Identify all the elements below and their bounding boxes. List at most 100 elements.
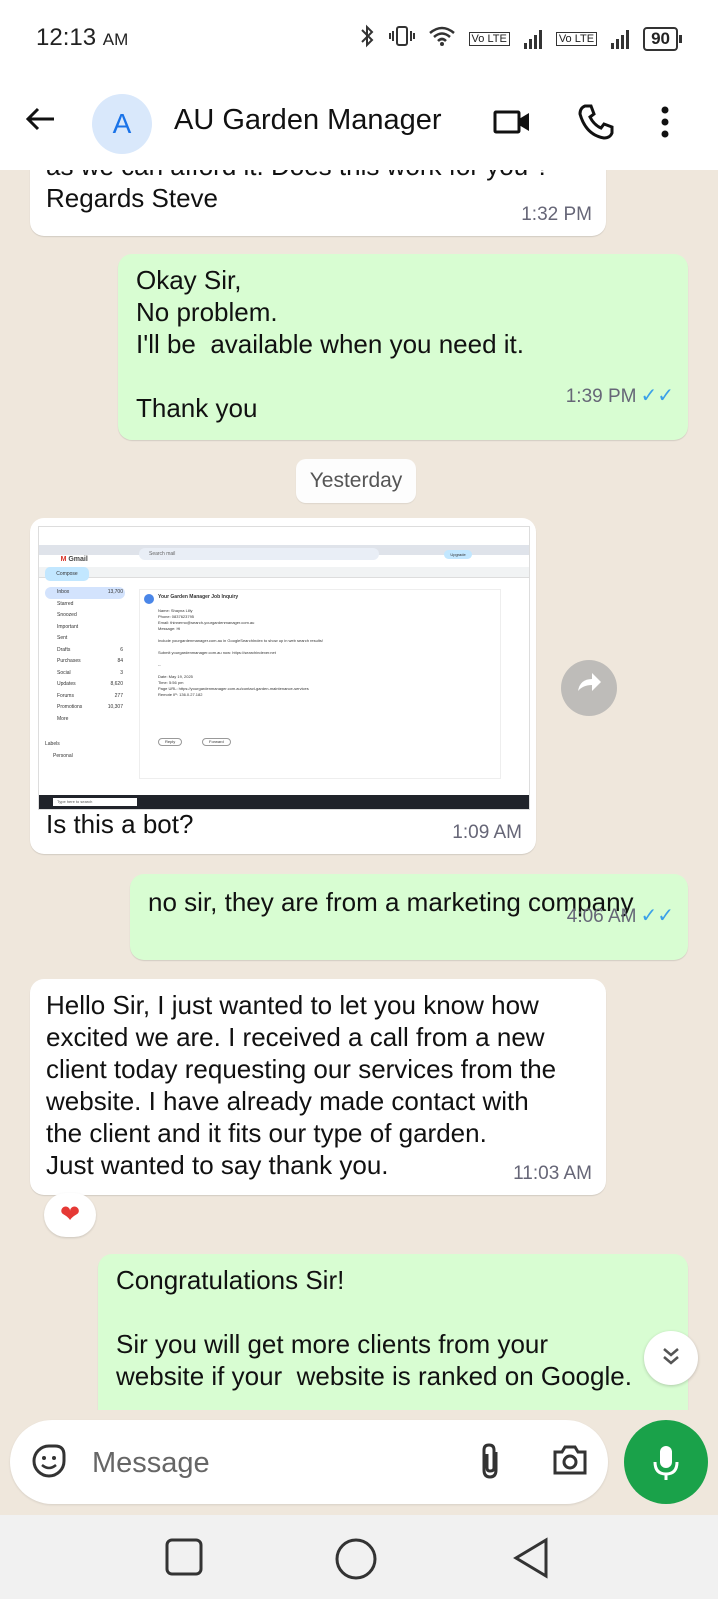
video-call-icon[interactable] (492, 102, 532, 147)
email-subject: Your Garden Manager Job Inquiry (158, 594, 239, 600)
gmail-folder-name: Sent (57, 635, 68, 641)
voice-message-button[interactable] (624, 1420, 708, 1504)
home-circle-icon[interactable] (334, 1537, 378, 1586)
system-nav-bar (0, 1515, 718, 1599)
gmail-folder-item: More (45, 714, 125, 726)
gmail-folder-name: Important (57, 623, 79, 630)
browser-addressbar (39, 567, 529, 578)
read-receipt-icon: ✓✓ (640, 385, 674, 407)
gmail-folder-count: 8,620 (110, 681, 123, 687)
message-bubble-incoming[interactable]: as we can afford it. Does this work for … (30, 170, 606, 236)
gmail-folder-count: 6 (120, 646, 123, 653)
vibrate-icon (388, 25, 415, 53)
gmail-folder-item: Forums 277 (45, 691, 125, 703)
gmail-folder-count: 277 (114, 692, 123, 699)
camera-icon[interactable] (552, 1442, 588, 1483)
battery-indicator: 90 (643, 27, 682, 51)
back-triangle-icon[interactable] (512, 1537, 550, 1584)
gmail-upgrade-button: Upgrade (444, 550, 472, 559)
gmail-folder-item: Updates 8,620 (45, 679, 125, 691)
gmail-compose-button: Compose (45, 567, 89, 581)
attach-icon[interactable] (476, 1442, 506, 1487)
status-bar: 12:13 AM Vo LTE Vo LTE 90 (0, 0, 718, 78)
scroll-down-icon[interactable] (644, 1331, 698, 1385)
message-text: Hello Sir, I just wanted to let you know… (46, 990, 557, 1180)
gmail-search-bar: Search mail (139, 548, 379, 560)
chat-area[interactable]: as we can afford it. Does this work for … (0, 170, 718, 1410)
bluetooth-icon (359, 24, 375, 54)
gmail-folder-name: Starred (57, 600, 74, 607)
message-bubble-image[interactable]: M Gmail Search mail Upgrade Compose Inbo… (30, 518, 536, 854)
signal-icon-2 (611, 29, 630, 49)
taskbar-search: Type here to search (53, 798, 137, 806)
message-composer (10, 1420, 608, 1504)
message-text: Congratulations Sir! Sir you will get mo… (116, 1265, 632, 1391)
message-bubble-outgoing[interactable]: Okay Sir, No problem. I'll be available … (118, 254, 688, 440)
status-time: 12:13 AM (36, 24, 128, 52)
forward-icon[interactable] (561, 660, 617, 716)
message-time: 1:32 PM (521, 204, 592, 225)
gmail-folder-name: Updates (57, 681, 76, 687)
date-separator: Yesterday (296, 459, 416, 503)
email-body: Name: Shayna Lilly Phone: 0837623795 Email… (158, 608, 488, 698)
message-input[interactable] (90, 1438, 454, 1488)
gmail-folder-item: Drafts 6 (45, 645, 125, 657)
gmail-labels-heading: Labels (45, 741, 60, 747)
gmail-folder-name: Drafts (57, 646, 71, 653)
email-reply-button: Reply (158, 738, 183, 746)
message-time-group: 4:06 AM ✓✓ (535, 883, 674, 950)
message-time: 4:06 AM (566, 906, 637, 927)
message-time: 1:09 AM (452, 822, 522, 843)
gmail-app-name: Gmail (68, 556, 88, 563)
gmail-folder-name: Promotions (57, 704, 83, 710)
chat-header: A AU Garden Manager (0, 78, 718, 170)
voice-call-icon[interactable] (576, 102, 616, 147)
signal-icon-1 (523, 29, 542, 49)
gmail-folder-count: 3 (120, 669, 123, 676)
gmail-folder-name: Purchases (57, 658, 81, 664)
email-forward-button: Forward (202, 738, 231, 746)
gmail-folder-count: 10,307 (107, 704, 123, 710)
gmail-folder-list: Inbox 13,700 Starred Snoozed Important Sent Dr… (45, 587, 125, 725)
wifi-icon (428, 25, 455, 53)
avatar[interactable]: A (92, 94, 152, 154)
gmail-folder-name: Inbox (57, 589, 70, 595)
windows-taskbar: Type here to search (39, 795, 529, 809)
gmail-folder-item: Sent (45, 633, 125, 645)
message-bubble-incoming[interactable]: Hello Sir, I just wanted to let you know… (30, 979, 606, 1195)
message-bubble-outgoing[interactable]: no sir, they are from a marketing compan… (130, 874, 688, 960)
message-text: Okay Sir, No problem. I'll be available … (136, 265, 524, 423)
gmail-folder-item: Inbox 13,700 (45, 587, 125, 599)
heart-reaction-icon[interactable]: ❤ (44, 1193, 96, 1237)
lte-badge-1: Vo LTE (468, 32, 510, 46)
sender-avatar-icon (144, 594, 154, 604)
gmail-folder-item: Purchases 84 (45, 656, 125, 668)
message-bubble-outgoing[interactable]: Congratulations Sir! Sir you will get mo… (98, 1254, 688, 1410)
gmail-folder-item: Snoozed (45, 610, 125, 622)
gmail-email-pane: Your Garden Manager Job Inquiry Name: Sh… (139, 589, 501, 779)
message-time: 11:03 AM (513, 1163, 592, 1184)
chat-title[interactable]: AU Garden Manager (174, 104, 442, 137)
more-options-icon[interactable] (650, 102, 680, 147)
gmail-folder-item: Starred (45, 599, 125, 611)
message-text: as we can afford it. Does this work for … (46, 170, 550, 213)
image-attachment[interactable]: M Gmail Search mail Upgrade Compose Inbo… (38, 526, 530, 810)
gmail-folder-name: Snoozed (57, 612, 77, 618)
message-time: 1:39 PM (565, 386, 637, 407)
read-receipt-icon: ✓✓ (640, 905, 674, 927)
gmail-folder-name: More (57, 715, 69, 722)
message-text: Is this a bot? (46, 809, 194, 839)
gmail-folder-item: Social 3 (45, 668, 125, 680)
emoji-sticker-icon[interactable] (32, 1444, 66, 1483)
message-time-group: 1:39 PM ✓✓ (534, 363, 674, 430)
gmail-folder-count: 13,700 (107, 589, 123, 595)
gmail-folder-item: Important (45, 622, 125, 634)
status-icons: Vo LTE Vo LTE 90 (359, 24, 682, 54)
back-arrow-icon[interactable] (24, 102, 56, 144)
status-time-ampm: AM (102, 30, 129, 49)
gmail-folder-name: Forums (57, 692, 74, 699)
gmail-folder-item: Promotions 10,307 (45, 702, 125, 714)
lte-badge-2: Vo LTE (555, 32, 598, 46)
recents-square-icon[interactable] (164, 1537, 204, 1582)
status-time-value: 12:13 (36, 24, 97, 51)
